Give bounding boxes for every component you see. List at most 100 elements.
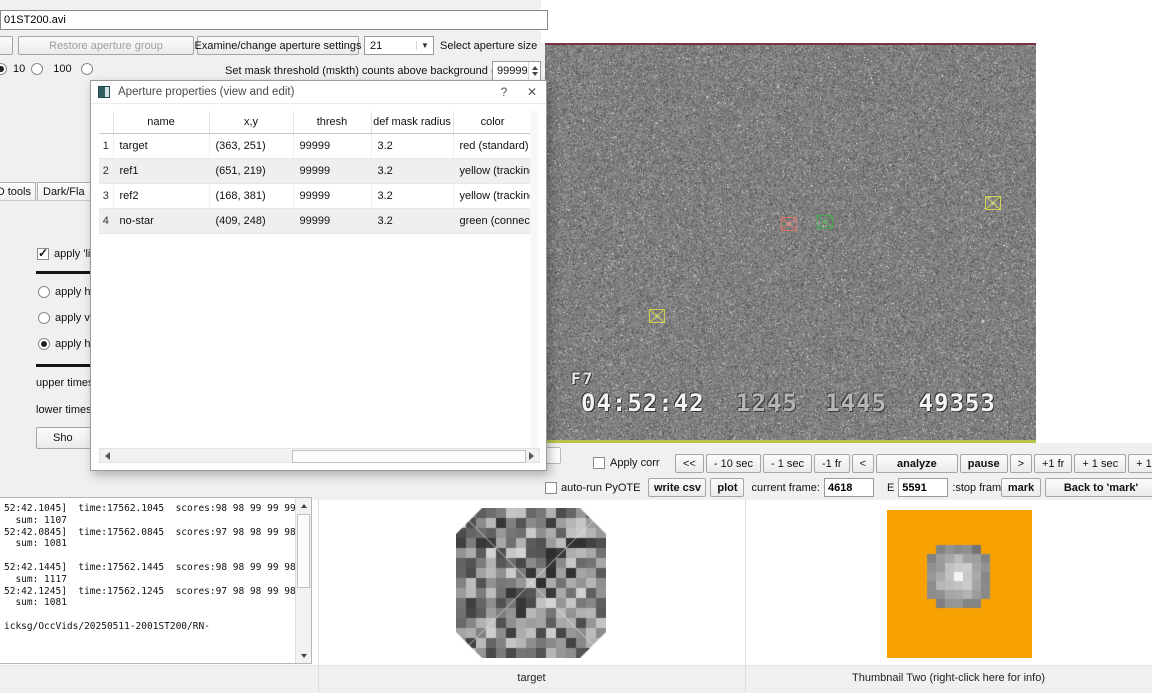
cell-xy[interactable]: (651, 219) [209,158,294,184]
apply-h1-radio[interactable] [38,286,50,298]
cell-radius[interactable]: 3.2 [371,158,454,184]
aperture-row[interactable]: 2 ref1 (651, 219) 99999 3.2 yellow (tracking … [99,158,533,184]
col-color[interactable]: color [453,111,533,134]
col-xy[interactable]: x,y [209,111,294,134]
cell-radius[interactable]: 3.2 [371,133,454,159]
aperture-marker-ref2[interactable] [649,309,665,323]
step-radio-100[interactable] [80,63,93,75]
close-icon[interactable]: ✕ [518,85,546,99]
aperture-table-header: name x,y thresh def mask radius color [99,111,533,134]
cell-num[interactable]: 4 [99,208,114,234]
cell-name[interactable]: target [113,133,210,159]
step-radio-10[interactable] [31,63,44,75]
cell-color[interactable]: red (standard) [453,133,533,159]
cell-thresh[interactable]: 99999 [293,158,372,184]
cell-color[interactable]: yellow (tracking ... [453,158,533,184]
scroll-right-icon[interactable] [524,449,539,462]
apply-corr-row[interactable]: Apply corr [593,457,660,469]
cell-color[interactable]: yellow (tracking ... [453,183,533,209]
cell-name[interactable]: ref1 [113,158,210,184]
star-field-image[interactable] [545,45,1036,440]
playback--[interactable]: > [1009,454,1032,473]
cell-radius[interactable]: 3.2 [371,208,454,234]
aperture-row[interactable]: 4 no-star (409, 248) 99999 3.2 green (connect… [99,208,533,234]
tab-tools[interactable]: D tools [0,182,36,201]
cell-xy[interactable]: (409, 248) [209,208,294,234]
back-to-mark-button[interactable]: Back to 'mark' [1045,478,1152,497]
tab-tools-label: D tools [0,185,31,198]
apply-linear-checkbox-row[interactable]: apply 'lin [37,246,96,260]
playback--1-sec[interactable]: + 1 sec [1074,454,1127,473]
playback--[interactable]: << [675,454,704,473]
playback--1-sec[interactable]: - 1 sec [763,454,813,473]
apply-h1-radio-row[interactable]: apply ho [38,286,97,298]
aperture-row[interactable]: 1 target (363, 251) 99999 3.2 red (standard) [99,133,533,159]
examine-aperture-settings-button[interactable]: Examine/change aperture settings [195,36,361,55]
help-button[interactable]: ? [490,85,518,99]
thumbnail-two[interactable] [887,510,1032,658]
autorun-pyote-checkbox[interactable] [545,481,557,494]
show-button[interactable]: Sho [36,427,94,449]
toolbar-fragment-button[interactable] [0,36,13,55]
thumbnail-one-target[interactable] [456,508,606,658]
playback--1-fr[interactable]: +1 fr [1034,454,1073,473]
scroll-left-icon[interactable] [100,449,115,462]
cell-num[interactable]: 1 [99,133,114,159]
playback-pause[interactable]: pause [959,454,1008,473]
cell-num[interactable]: 2 [99,158,114,184]
dialog-hscrollbar[interactable] [99,448,540,463]
current-frame-field[interactable] [823,478,874,497]
cell-radius[interactable]: 3.2 [371,183,454,209]
mark-bar: mark Back to 'mark' clear da [1001,478,1152,497]
step-radio-label-10: 10 [13,63,26,75]
cell-thresh[interactable]: 99999 [293,183,372,209]
step-radio-selected[interactable] [0,63,7,75]
stop-frame-field[interactable] [898,478,949,497]
cell-thresh[interactable]: 99999 [293,208,372,234]
dialog-vscroll-track[interactable] [530,111,538,448]
apply-corr-checkbox[interactable] [593,457,605,469]
aperture-marker-target[interactable] [781,217,797,231]
apply-v-radio[interactable] [38,312,50,324]
mark-button[interactable]: mark [1001,478,1041,497]
cell-name[interactable]: ref2 [113,183,210,209]
thumbnail-one-caption: target [517,672,546,684]
col-mask-radius[interactable]: def mask radius [371,111,454,134]
cell-thresh[interactable]: 99999 [293,133,372,159]
aperture-row[interactable]: 3 ref2 (168, 381) 99999 3.2 yellow (tracking … [99,183,533,209]
playback--10-sec[interactable]: + 10 sec [1128,454,1152,473]
mask-threshold-spinner[interactable]: 99999 [492,61,541,81]
scrollbar-thumb[interactable] [292,450,526,463]
aperture-size-select[interactable]: 21 ▼ [364,36,434,55]
col-name[interactable]: name [113,111,210,134]
aperture-marker-ref1[interactable] [985,196,1001,210]
dialog-titlebar[interactable]: Aperture properties (view and edit) ? ✕ [91,81,546,104]
playback-analyze[interactable]: analyze [876,454,958,473]
spinner-arrows-icon[interactable] [528,62,540,80]
scroll-up-icon[interactable] [296,498,311,513]
log-scrollbar[interactable] [295,498,311,663]
playback--1-fr[interactable]: -1 fr [814,454,850,473]
aperture-marker-no-star[interactable] [817,215,833,229]
apply-v-radio-row[interactable]: apply ve [38,312,96,324]
apply-h2-radio[interactable] [38,338,50,350]
image-view[interactable]: F7 04:52:42 1245 1445 49353 [545,43,1036,443]
apply-linear-checkbox[interactable] [37,246,49,260]
cell-xy[interactable]: (363, 251) [209,133,294,159]
cell-num[interactable]: 3 [99,183,114,209]
restore-aperture-group-button[interactable]: Restore aperture group [18,36,194,55]
step-radio-label-100: 100 [53,63,72,75]
playback--[interactable]: < [851,454,875,473]
playback--10-sec[interactable]: - 10 sec [705,454,761,473]
autorun-pyote-label: auto-run PyOTE [561,481,641,494]
scrollbar-thumb[interactable] [297,514,310,588]
col-thresh[interactable]: thresh [293,111,372,134]
plot-button[interactable]: plot [710,478,745,497]
filename-field[interactable] [0,10,548,30]
cell-name[interactable]: no-star [113,208,210,234]
apply-h2-radio-row[interactable]: apply ho [38,338,97,350]
scroll-down-icon[interactable] [296,648,311,663]
write-csv-button[interactable]: write csv [648,478,707,497]
cell-color[interactable]: green (connect t... [453,208,533,234]
cell-xy[interactable]: (168, 381) [209,183,294,209]
